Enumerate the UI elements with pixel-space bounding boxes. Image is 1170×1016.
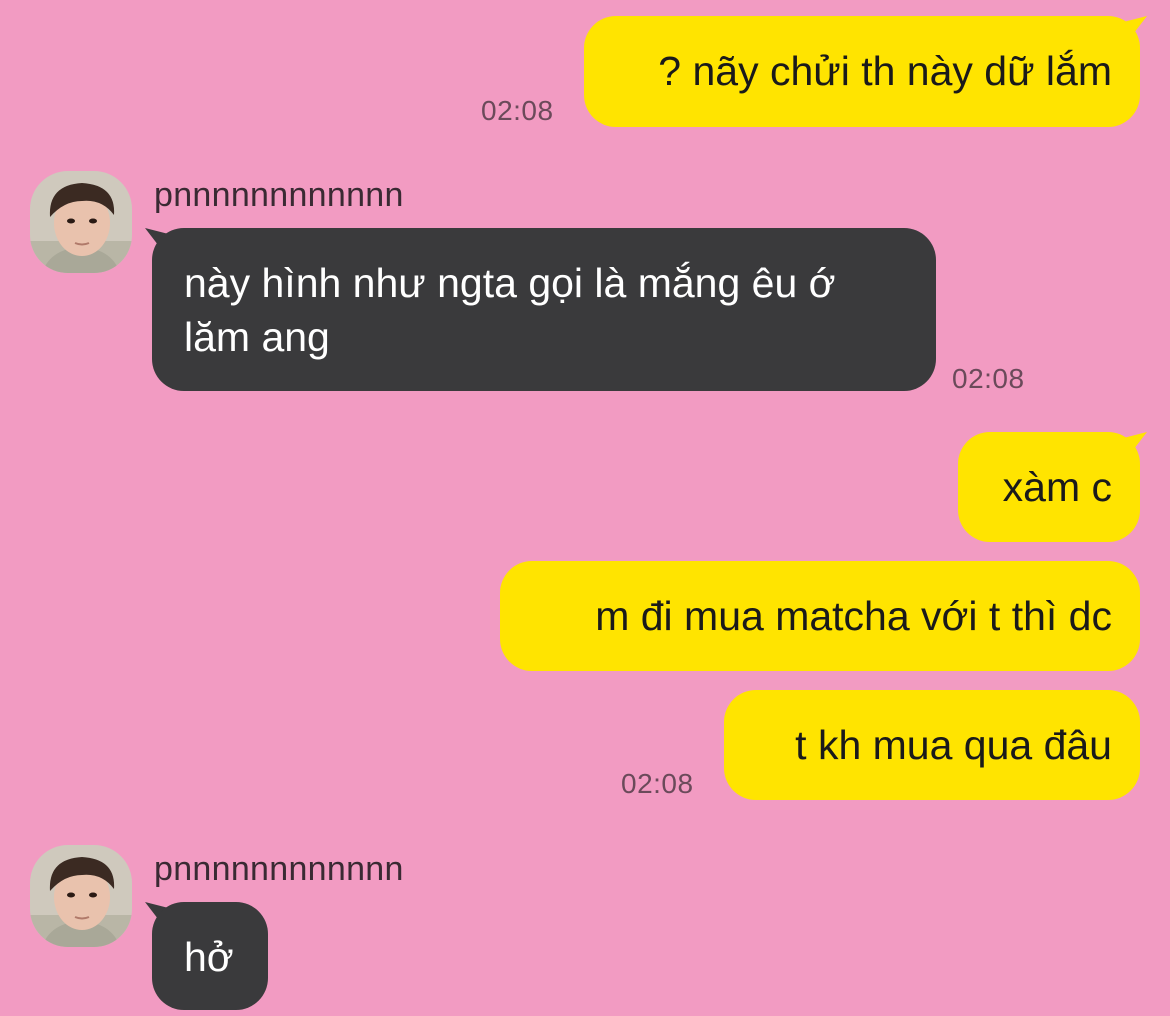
message-bubble-outgoing[interactable]: t kh mua qua đâu: [724, 690, 1140, 800]
message-bubble-outgoing[interactable]: ? nãy chửi th này dữ lắm: [584, 16, 1140, 127]
message-bubble-outgoing[interactable]: xàm c: [958, 432, 1140, 542]
message-timestamp: 02:08: [621, 768, 694, 799]
message-bubble-incoming[interactable]: này hình như ngta gọi là mắng êu ớ lăm a…: [152, 228, 936, 391]
message-timestamp: 02:08: [481, 95, 554, 126]
user-avatar-icon: [30, 171, 132, 273]
sender-avatar[interactable]: [30, 171, 132, 273]
message-bubble-incoming[interactable]: hở: [152, 902, 268, 1010]
sender-name: pnnnnnnnnnnnn: [154, 176, 404, 214]
sender-avatar[interactable]: [30, 845, 132, 947]
user-avatar-icon: [30, 845, 132, 947]
sender-name: pnnnnnnnnnnnn: [154, 850, 404, 888]
message-timestamp: 02:08: [952, 363, 1025, 394]
message-bubble-outgoing[interactable]: m đi mua matcha với t thì dc: [500, 561, 1140, 671]
